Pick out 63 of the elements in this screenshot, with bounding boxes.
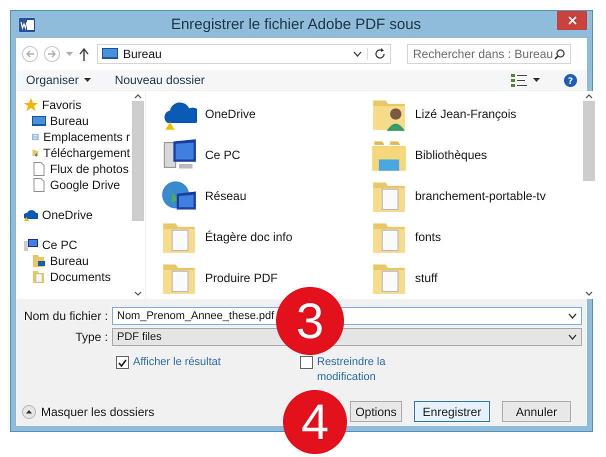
- star-icon: [24, 98, 38, 112]
- monitor-icon: [102, 48, 118, 60]
- chevron-up-icon: [22, 404, 36, 418]
- sidebar-item[interactable]: Flux de photos: [16, 161, 130, 177]
- computer-icon: [24, 238, 38, 252]
- search-field[interactable]: Rechercher dans : Bureau: [407, 44, 571, 64]
- caret-icon: [84, 78, 91, 82]
- hide-folders-button[interactable]: Masquer les dossiers: [22, 404, 154, 418]
- file-name[interactable]: OneDrive: [205, 106, 256, 120]
- file-icon: [32, 162, 46, 176]
- cloud-icon: [24, 208, 38, 222]
- file-name-label: Nom du fichier :: [22, 308, 109, 322]
- file-name[interactable]: stuff: [415, 270, 438, 284]
- new-folder-button[interactable]: Nouveau dossier: [114, 73, 205, 87]
- sidebar-item[interactable]: Emplacements r: [16, 129, 130, 145]
- file-name[interactable]: Bibliothèques: [415, 148, 488, 162]
- file-name[interactable]: Ce PC: [205, 148, 240, 162]
- folder-icon: [32, 254, 46, 268]
- sidebar-item[interactable]: Bureau: [16, 253, 130, 269]
- file-name[interactable]: Réseau: [205, 188, 246, 202]
- sidebar-item[interactable]: OneDrive: [16, 207, 130, 223]
- cancel-button[interactable]: Annuler: [502, 401, 571, 422]
- sidebar-item[interactable]: Favoris: [16, 97, 130, 113]
- checkbox[interactable]: [116, 356, 129, 369]
- file-name-value: Nom_Prenom_Annee_these.pdf: [117, 310, 276, 322]
- options-button[interactable]: Options: [350, 401, 402, 422]
- close-icon: [568, 16, 576, 25]
- sidebar-item[interactable]: Documents: [16, 269, 130, 285]
- window-title: Enregistrer le fichier Adobe PDF sous: [170, 16, 422, 33]
- file-type-label: Type :: [74, 330, 109, 344]
- refresh-icon[interactable]: [374, 48, 386, 60]
- address-field[interactable]: Bureau: [97, 44, 391, 64]
- address-text: Bureau: [123, 47, 163, 61]
- chevron-down-icon[interactable]: [568, 312, 577, 318]
- left-arrow-icon: [25, 49, 35, 59]
- word-app-icon: [19, 16, 35, 32]
- sidebar-item[interactable]: Ce PC: [16, 237, 130, 253]
- checkbox-label[interactable]: Restreindre la modification: [317, 355, 427, 385]
- file-name[interactable]: branchement-portable-tv: [415, 188, 546, 202]
- save-button[interactable]: Enregistrer: [414, 401, 490, 422]
- monitor-icon: [32, 114, 46, 128]
- close-button[interactable]: [557, 11, 587, 30]
- file-name[interactable]: Lizé Jean-François: [415, 106, 516, 120]
- sidebar-item[interactable]: Google Drive: [16, 177, 130, 193]
- file-name[interactable]: Étagère doc info: [205, 230, 292, 244]
- checkbox-label[interactable]: Afficher le résultat: [133, 355, 243, 370]
- view-options-icon[interactable]: [511, 73, 527, 87]
- sidebar-item[interactable]: Bureau: [16, 113, 130, 129]
- sidebar-item[interactable]: Téléchargement: [16, 145, 130, 161]
- checkbox[interactable]: [300, 356, 313, 369]
- chevron-down-icon[interactable]: [353, 51, 362, 57]
- scrollbar[interactable]: [130, 91, 145, 299]
- help-icon[interactable]: ?: [564, 74, 577, 86]
- up-arrow-icon[interactable]: [79, 48, 89, 60]
- file-name[interactable]: Produire PDF: [205, 270, 278, 284]
- file-name[interactable]: fonts: [415, 230, 442, 244]
- folder-icon: [32, 270, 46, 284]
- file-icon: [32, 178, 46, 192]
- caret-icon[interactable]: [533, 78, 540, 82]
- chevron-down-icon: [568, 334, 577, 340]
- search-icon: [554, 48, 565, 60]
- right-arrow-icon: [47, 49, 57, 59]
- organize-menu[interactable]: Organiser: [26, 73, 91, 87]
